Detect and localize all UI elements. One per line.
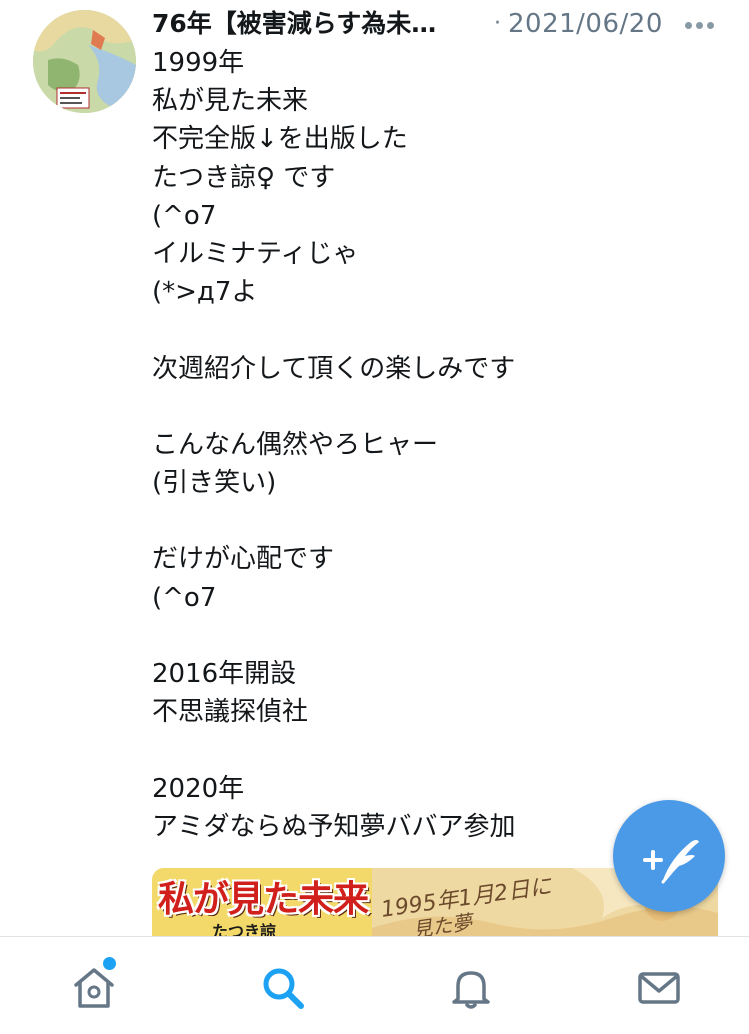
tab-notifications[interactable] [448,965,494,1011]
notification-dot [101,955,118,972]
tweet-text-line: 不完全版↓を出版した [152,124,408,155]
book-author-text: たつき諒 [212,922,277,938]
author-avatar[interactable] [33,10,136,113]
tweet-text-line: (引き笑い) [152,468,277,499]
book-cover-panel: 私が見た未来 たつき諒 [152,868,372,938]
tweet-text-line: 私が見た未来 [152,86,309,117]
tweet-text-line: 1999年 [152,48,245,78]
tweet-text-line: (^o7 [152,582,217,613]
header-separator: · [494,11,501,36]
tweet-detail-screen: 76年【被害減らす為未… · 2021/06/20 1999年 私が見た未来 不完全… [0,0,749,1034]
map-avatar-image [33,10,136,113]
bottom-tab-bar [0,936,749,1034]
author-name[interactable]: 76年【被害減らす為未… [152,6,472,42]
tab-messages[interactable] [636,965,682,1011]
mail-icon [638,972,680,1004]
tweet-text-line: 次週紹介して頂くの楽しみです [152,353,516,384]
tweet-text-line: 2016年開設 [152,659,297,689]
tweet-text-line: 不思議探偵社 [152,697,309,728]
tab-search[interactable] [260,965,306,1011]
tweet-text-line: だけが心配です [152,544,335,575]
tweet-text-line: (*>д7よ [152,277,258,308]
tweet-text-line: イルミナティじゃ [152,238,359,269]
tab-home[interactable] [71,955,118,1011]
compose-tweet-button[interactable] [613,800,725,912]
tweet-text-line: たつき諒♀ です [152,162,336,193]
tweet-header: 76年【被害減らす為未… · 2021/06/20 [152,6,737,42]
search-icon [263,968,304,1009]
tweet-text-line: (^o7 [152,200,217,231]
bell-icon [452,971,490,1009]
tweet-text-line: こんなん偶然やろヒャー [152,429,439,460]
tweet-timestamp: 2021/06/20 [508,9,663,39]
compose-tweet-icon [643,840,699,884]
book-title-text: 私が見た未来 [158,879,369,920]
ellipsis-icon[interactable] [685,22,715,30]
tweet-body: 1999年私が見た未来不完全版↓を出版した たつき諒♀ です (^o7 イルミナティじ… [152,44,712,846]
